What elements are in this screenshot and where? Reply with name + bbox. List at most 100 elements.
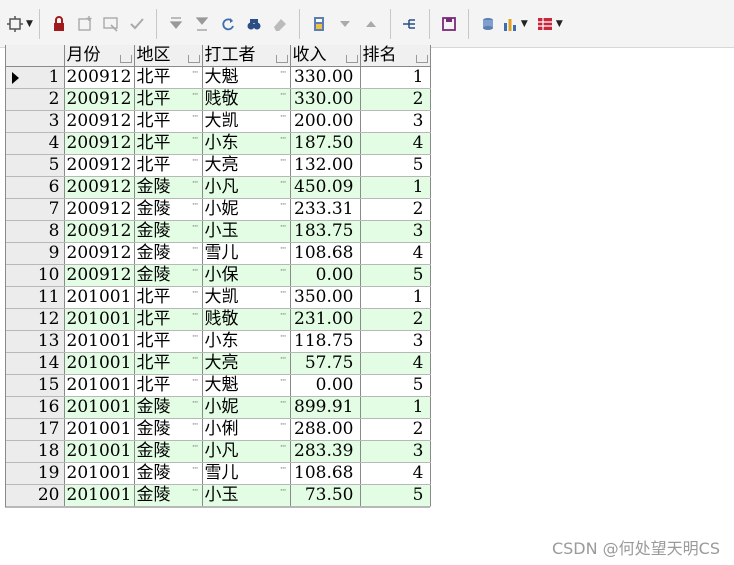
- cell-month[interactable]: 201001: [64, 396, 135, 419]
- cell-rank[interactable]: 4: [360, 242, 431, 265]
- cell-income[interactable]: 108.68: [290, 462, 361, 485]
- table-row[interactable]: 5 200912 北平 ··· 大亮 ··· 132.00 5: [6, 154, 431, 177]
- cell-rank[interactable]: 2: [360, 198, 431, 221]
- cell-region[interactable]: 金陵 ···: [134, 440, 203, 463]
- table-row[interactable]: 4 200912 北平 ··· 小东 ··· 187.50 4: [6, 132, 431, 155]
- row-number[interactable]: 9: [6, 242, 65, 265]
- cell-worker[interactable]: 小妮 ···: [202, 396, 291, 419]
- row-number[interactable]: 6: [6, 176, 65, 199]
- ellipsis-icon[interactable]: ···: [280, 201, 287, 210]
- ellipsis-icon[interactable]: ···: [192, 113, 199, 122]
- cell-month[interactable]: 200912: [64, 176, 135, 199]
- header-filter-icon[interactable]: [415, 55, 428, 63]
- cell-rank[interactable]: 5: [360, 374, 431, 397]
- ellipsis-icon[interactable]: ···: [280, 223, 287, 232]
- cell-income[interactable]: 183.75: [290, 220, 361, 243]
- cell-month[interactable]: 201001: [64, 374, 135, 397]
- ellipsis-icon[interactable]: ···: [192, 443, 199, 452]
- ellipsis-icon[interactable]: ···: [192, 333, 199, 342]
- confirm-icon[interactable]: [124, 9, 150, 39]
- row-number[interactable]: 15: [6, 374, 65, 397]
- cell-month[interactable]: 200912: [64, 110, 135, 133]
- cell-worker[interactable]: 雪儿 ···: [202, 242, 291, 265]
- table-row[interactable]: 10 200912 金陵 ··· 小保 ··· 0.00 5: [6, 264, 431, 287]
- cell-rank[interactable]: 1: [360, 286, 431, 309]
- cell-rank[interactable]: 2: [360, 418, 431, 441]
- sort-asc-icon[interactable]: [358, 9, 384, 39]
- table-row[interactable]: 20 201001 金陵 ··· 小玉 ··· 73.50 5: [6, 484, 431, 507]
- cell-rank[interactable]: 4: [360, 462, 431, 485]
- cell-month[interactable]: 200912: [64, 66, 135, 89]
- cell-worker[interactable]: 小玉 ···: [202, 220, 291, 243]
- cell-rank[interactable]: 5: [360, 154, 431, 177]
- row-number[interactable]: 1: [6, 66, 65, 89]
- cell-rank[interactable]: 5: [360, 264, 431, 287]
- cell-rank[interactable]: 1: [360, 176, 431, 199]
- cell-region[interactable]: 北平 ···: [134, 308, 203, 331]
- table-row[interactable]: 11 201001 北平 ··· 大凯 ··· 350.00 1: [6, 286, 431, 309]
- table-row[interactable]: 7 200912 金陵 ··· 小妮 ··· 233.31 2: [6, 198, 431, 221]
- settings-dropdown-icon[interactable]: ▼: [6, 9, 33, 39]
- row-number[interactable]: 12: [6, 308, 65, 331]
- tree-icon[interactable]: [397, 9, 423, 39]
- cell-month[interactable]: 200912: [64, 198, 135, 221]
- cell-income[interactable]: 118.75: [290, 330, 361, 353]
- sort-desc-icon[interactable]: [332, 9, 358, 39]
- ellipsis-icon[interactable]: ···: [280, 157, 287, 166]
- table-row[interactable]: 19 201001 金陵 ··· 雪儿 ··· 108.68 4: [6, 462, 431, 485]
- cell-worker[interactable]: 小保 ···: [202, 264, 291, 287]
- cell-region[interactable]: 金陵 ···: [134, 418, 203, 441]
- cell-rank[interactable]: 2: [360, 88, 431, 111]
- cell-region[interactable]: 北平 ···: [134, 110, 203, 133]
- ellipsis-icon[interactable]: ···: [280, 91, 287, 100]
- ellipsis-icon[interactable]: ···: [280, 443, 287, 452]
- ellipsis-icon[interactable]: ···: [192, 245, 199, 254]
- cell-region[interactable]: 金陵 ···: [134, 198, 203, 221]
- row-number[interactable]: 19: [6, 462, 65, 485]
- table-row[interactable]: 9 200912 金陵 ··· 雪儿 ··· 108.68 4: [6, 242, 431, 265]
- move-bottom-icon[interactable]: [189, 9, 215, 39]
- ellipsis-icon[interactable]: ···: [192, 487, 199, 496]
- row-number[interactable]: 11: [6, 286, 65, 309]
- cell-income[interactable]: 283.39: [290, 440, 361, 463]
- cell-month[interactable]: 201001: [64, 330, 135, 353]
- cell-worker[interactable]: 雪儿 ···: [202, 462, 291, 485]
- ellipsis-icon[interactable]: ···: [192, 465, 199, 474]
- row-number[interactable]: 7: [6, 198, 65, 221]
- cell-region[interactable]: 北平 ···: [134, 352, 203, 375]
- chart-icon[interactable]: ▼: [501, 9, 528, 39]
- ellipsis-icon[interactable]: ···: [192, 399, 199, 408]
- cell-worker[interactable]: 大亮 ···: [202, 154, 291, 177]
- cell-month[interactable]: 201001: [64, 484, 135, 507]
- cell-rank[interactable]: 2: [360, 308, 431, 331]
- header-filter-icon[interactable]: [187, 55, 200, 63]
- cell-worker[interactable]: 小东 ···: [202, 330, 291, 353]
- row-number[interactable]: 2: [6, 88, 65, 111]
- row-number[interactable]: 5: [6, 154, 65, 177]
- cell-worker[interactable]: 贱敬 ···: [202, 88, 291, 111]
- ellipsis-icon[interactable]: ···: [280, 69, 287, 78]
- ellipsis-icon[interactable]: ···: [280, 113, 287, 122]
- table-row[interactable]: 12 201001 北平 ··· 贱敬 ··· 231.00 2: [6, 308, 431, 331]
- cell-rank[interactable]: 1: [360, 396, 431, 419]
- cancel-icon[interactable]: [98, 9, 124, 39]
- cell-month[interactable]: 200912: [64, 264, 135, 287]
- ellipsis-icon[interactable]: ···: [280, 179, 287, 188]
- cell-rank[interactable]: 4: [360, 132, 431, 155]
- cell-worker[interactable]: 大魁 ···: [202, 374, 291, 397]
- cell-worker[interactable]: 大凯 ···: [202, 110, 291, 133]
- cell-region[interactable]: 金陵 ···: [134, 462, 203, 485]
- row-number[interactable]: 14: [6, 352, 65, 375]
- cell-region[interactable]: 金陵 ···: [134, 242, 203, 265]
- ellipsis-icon[interactable]: ···: [192, 201, 199, 210]
- cell-rank[interactable]: 1: [360, 66, 431, 89]
- ellipsis-icon[interactable]: ···: [280, 355, 287, 364]
- cell-worker[interactable]: 小玉 ···: [202, 484, 291, 507]
- cell-income[interactable]: 132.00: [290, 154, 361, 177]
- table-row[interactable]: 6 200912 金陵 ··· 小凡 ··· 450.09 1: [6, 176, 431, 199]
- cell-worker[interactable]: 小凡 ···: [202, 440, 291, 463]
- ellipsis-icon[interactable]: ···: [280, 465, 287, 474]
- cell-month[interactable]: 201001: [64, 352, 135, 375]
- row-number[interactable]: 10: [6, 264, 65, 287]
- ellipsis-icon[interactable]: ···: [192, 157, 199, 166]
